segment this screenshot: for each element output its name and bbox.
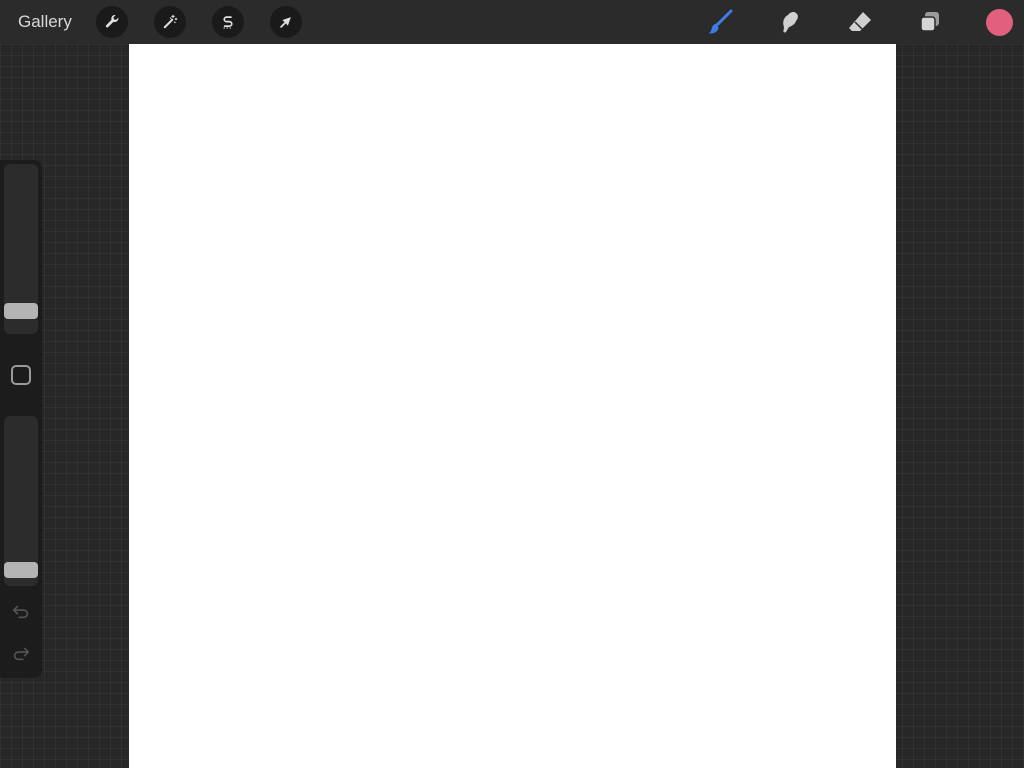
eraser-icon <box>849 12 871 31</box>
brush-size-slider[interactable] <box>4 164 38 334</box>
gallery-button[interactable]: Gallery <box>18 11 72 33</box>
drawing-canvas[interactable] <box>129 44 896 768</box>
undo-icon <box>12 605 29 619</box>
undo-button[interactable] <box>10 600 32 622</box>
selection-button[interactable] <box>212 6 244 38</box>
layers-button[interactable] <box>914 6 946 38</box>
opacity-thumb[interactable] <box>4 562 38 579</box>
adjustments-button[interactable] <box>154 6 186 38</box>
actions-button[interactable] <box>96 6 128 38</box>
smudge-tool[interactable] <box>774 6 806 38</box>
procreate-app: Gallery <box>0 0 1024 768</box>
top-toolbar: Gallery <box>0 0 1024 44</box>
modify-button[interactable] <box>11 365 31 385</box>
magic-wand-icon <box>163 14 178 29</box>
transform-button[interactable] <box>270 6 302 38</box>
sidebar <box>0 160 42 678</box>
layers-icon <box>920 12 939 32</box>
smudge-icon <box>783 11 798 33</box>
wrench-icon <box>105 14 119 28</box>
brush-size-thumb[interactable] <box>4 302 38 319</box>
redo-button[interactable] <box>10 642 32 664</box>
eraser-tool[interactable] <box>844 6 876 38</box>
selection-s-icon <box>223 16 233 29</box>
arrow-cursor-icon <box>280 17 291 28</box>
brush-tool[interactable] <box>704 6 736 38</box>
brush-icon <box>708 9 733 34</box>
color-picker-button[interactable] <box>986 9 1013 36</box>
opacity-slider[interactable] <box>4 416 38 586</box>
redo-icon <box>13 647 30 661</box>
